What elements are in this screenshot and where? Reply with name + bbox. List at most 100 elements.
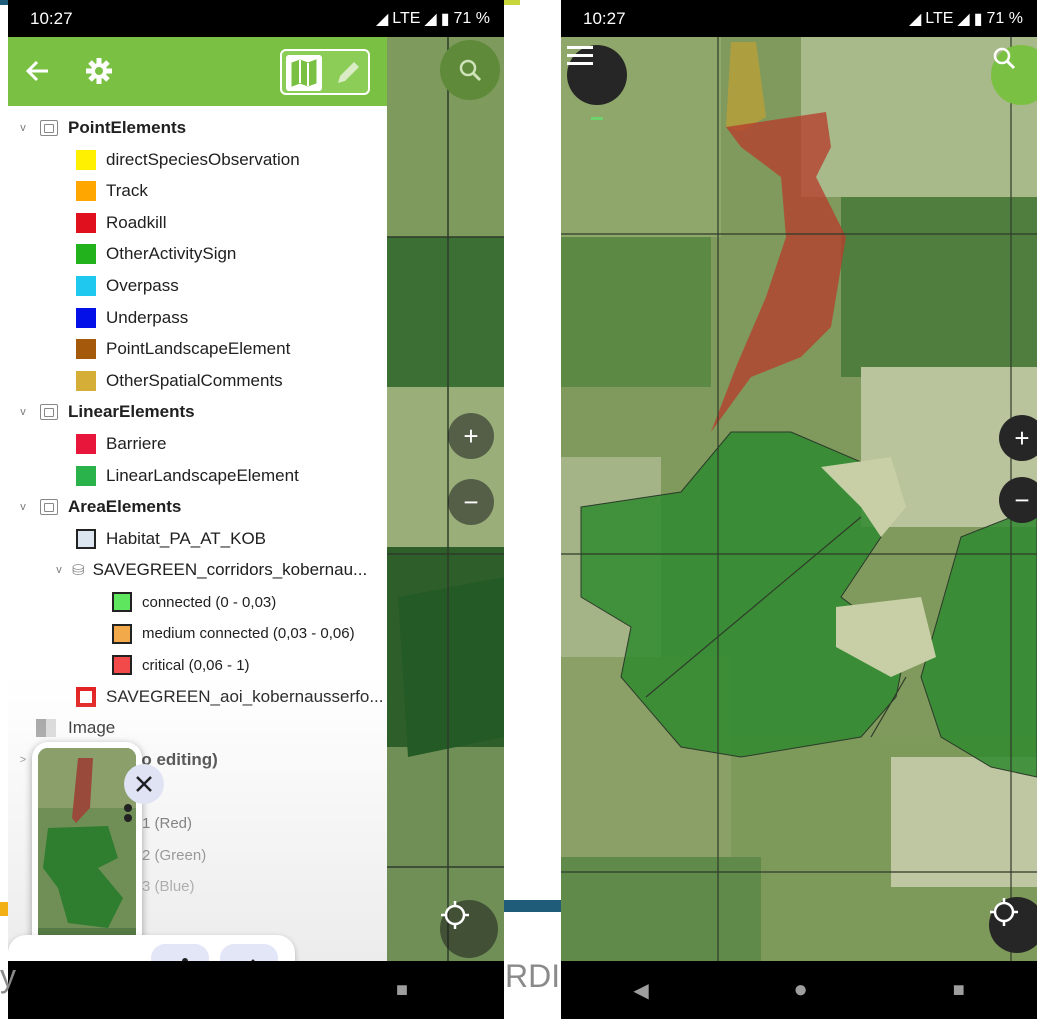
chevron-down-icon[interactable]: v — [16, 122, 30, 134]
layer-item-row[interactable]: OtherActivitySign — [76, 239, 236, 269]
settings-button[interactable] — [84, 56, 114, 91]
legend-swatch — [76, 370, 96, 391]
legend-swatch — [76, 212, 96, 233]
legend-swatch — [76, 465, 96, 486]
center-accent-bar — [500, 900, 562, 912]
legend-class-row[interactable]: medium connected (0,03 - 0,06) — [112, 619, 355, 649]
layer-group-icon — [40, 120, 58, 136]
map-mode-toggle[interactable] — [280, 49, 370, 95]
drawer-toolbar — [8, 37, 387, 106]
chevron-down-icon[interactable]: v — [52, 564, 66, 576]
signal-icon: ◢ — [375, 10, 389, 28]
layer-item-label: Overpass — [106, 276, 179, 295]
crosshair-icon — [990, 898, 1018, 926]
battery-icon: ▮ — [973, 10, 983, 28]
left-phone-screen: 10:27 ◢ LTE ◢ ▮ 71 % + − v PointElements… — [8, 0, 504, 1019]
zoom-out-label: − — [463, 486, 479, 517]
crosshair-icon — [441, 901, 469, 929]
search-icon — [993, 47, 1016, 70]
right-phone-screen: 10:27 ◢ LTE ◢ ▮ 71 % + − ◀ ● ■ — [561, 0, 1037, 1019]
legend-swatch — [112, 655, 132, 676]
layer-item-label: Track — [106, 181, 148, 201]
battery-level: 71 % — [986, 9, 1023, 27]
layer-group-icon — [40, 404, 58, 421]
legend-swatch — [76, 339, 96, 360]
status-indicators: ◢ LTE ◢ ▮ 71 % — [909, 9, 1023, 29]
zoom-in-button[interactable]: + — [448, 413, 494, 459]
background-slide-text: RDI — [505, 958, 561, 994]
layer-item-label: LinearLandscapeElement — [106, 465, 299, 485]
signal-icon: ◢ — [908, 10, 922, 28]
layer-item-row[interactable]: directSpeciesObservation — [76, 145, 300, 175]
search-icon — [459, 59, 482, 82]
zoom-in-label: + — [1014, 422, 1030, 453]
gps-button[interactable] — [989, 897, 1037, 953]
layer-item-label: OtherSpatialComments — [106, 370, 283, 390]
screenshot-canvas: 10:27 ◢ LTE ◢ ▮ 71 % + − v PointElements… — [0, 0, 1037, 1019]
back-nav-button[interactable]: ◀ — [633, 978, 648, 1003]
recents-nav-button[interactable]: ■ — [396, 979, 408, 1002]
layer-item-row[interactable]: Roadkill — [76, 208, 166, 238]
layer-group-row[interactable]: v AreaElements — [16, 492, 181, 522]
network-type: LTE — [392, 9, 421, 27]
layer-item-label: Habitat_PA_AT_KOB — [106, 528, 267, 548]
layer-item-row[interactable]: Track — [76, 176, 148, 206]
zoom-out-label: − — [1014, 484, 1030, 515]
map-view[interactable]: + − — [561, 37, 1037, 961]
legend-class-row[interactable]: critical (0,06 - 1) — [112, 650, 250, 680]
pencil-icon — [338, 62, 359, 83]
layer-group-label: PointElements — [68, 118, 187, 137]
battery-icon: ▮ — [440, 10, 450, 28]
gear-icon — [86, 58, 112, 84]
menu-button[interactable] — [567, 45, 627, 105]
menu-icon — [567, 46, 593, 65]
layer-item-row[interactable]: PointLandscapeElement — [76, 334, 290, 364]
layer-item-row[interactable]: Barriere — [76, 429, 166, 459]
back-button[interactable] — [24, 57, 52, 90]
recents-nav-button[interactable]: ■ — [953, 979, 965, 1002]
home-nav-button[interactable]: ● — [793, 976, 808, 1004]
background-slide-text: y — [0, 958, 16, 994]
network-type: LTE — [925, 9, 954, 27]
layer-subgroup-row[interactable]: v ⛁ SAVEGREEN_corridors_kobernau... — [52, 555, 367, 585]
layer-group-icon — [40, 499, 58, 516]
zoom-in-label: + — [463, 420, 479, 451]
polygon-layer-icon: ⛁ — [72, 562, 85, 580]
legend-swatch — [76, 528, 96, 549]
legend-swatch — [112, 623, 132, 644]
layer-item-label: Underpass — [106, 307, 189, 327]
layer-item-label: Barriere — [106, 434, 167, 453]
system-nav-bar: ◀ ● ■ — [561, 961, 1037, 1019]
legend-class-row[interactable]: connected (0 - 0,03) — [112, 587, 276, 617]
layer-item-row[interactable]: Overpass — [76, 271, 179, 301]
layer-group-label: AreaElements — [68, 497, 182, 517]
close-icon — [136, 776, 152, 792]
layer-item-label: OtherActivitySign — [106, 244, 237, 264]
layer-group-row[interactable]: v PointElements — [16, 113, 186, 143]
legend-swatch — [76, 434, 96, 454]
gps-button[interactable] — [440, 900, 498, 958]
close-thumbnail-button[interactable] — [124, 764, 164, 804]
status-indicators: ◢ LTE ◢ ▮ 71 % — [376, 9, 490, 29]
status-bar: 10:27 ◢ LTE ◢ ▮ 71 % — [8, 0, 504, 37]
legend-class-label: critical (0,06 - 1) — [142, 656, 250, 674]
layer-item-row[interactable]: OtherSpatialComments — [76, 366, 283, 396]
layer-group-row[interactable]: v LinearElements — [16, 397, 195, 427]
status-bar: 10:27 ◢ LTE ◢ ▮ 71 % — [561, 0, 1037, 37]
layer-item-label: Roadkill — [106, 212, 167, 232]
search-button[interactable] — [440, 40, 500, 100]
layer-item-label: directSpeciesObservation — [106, 149, 300, 169]
layer-group-label: LinearElements — [68, 402, 195, 422]
zoom-out-button[interactable]: − — [999, 477, 1037, 523]
legend-class-label: connected (0 - 0,03) — [142, 593, 277, 611]
layer-item-row[interactable]: LinearLandscapeElement — [76, 461, 299, 491]
battery-level: 71 % — [453, 9, 490, 27]
legend-class-label: medium connected (0,03 - 0,06) — [142, 625, 355, 643]
layer-item-row[interactable]: Habitat_PA_AT_KOB — [76, 524, 266, 554]
legend-swatch — [112, 592, 132, 612]
chevron-down-icon[interactable]: v — [16, 501, 30, 513]
zoom-out-button[interactable]: − — [448, 479, 494, 525]
zoom-in-button[interactable]: + — [999, 415, 1037, 461]
chevron-down-icon[interactable]: v — [16, 406, 30, 418]
layer-item-row[interactable]: Underpass — [76, 303, 188, 333]
